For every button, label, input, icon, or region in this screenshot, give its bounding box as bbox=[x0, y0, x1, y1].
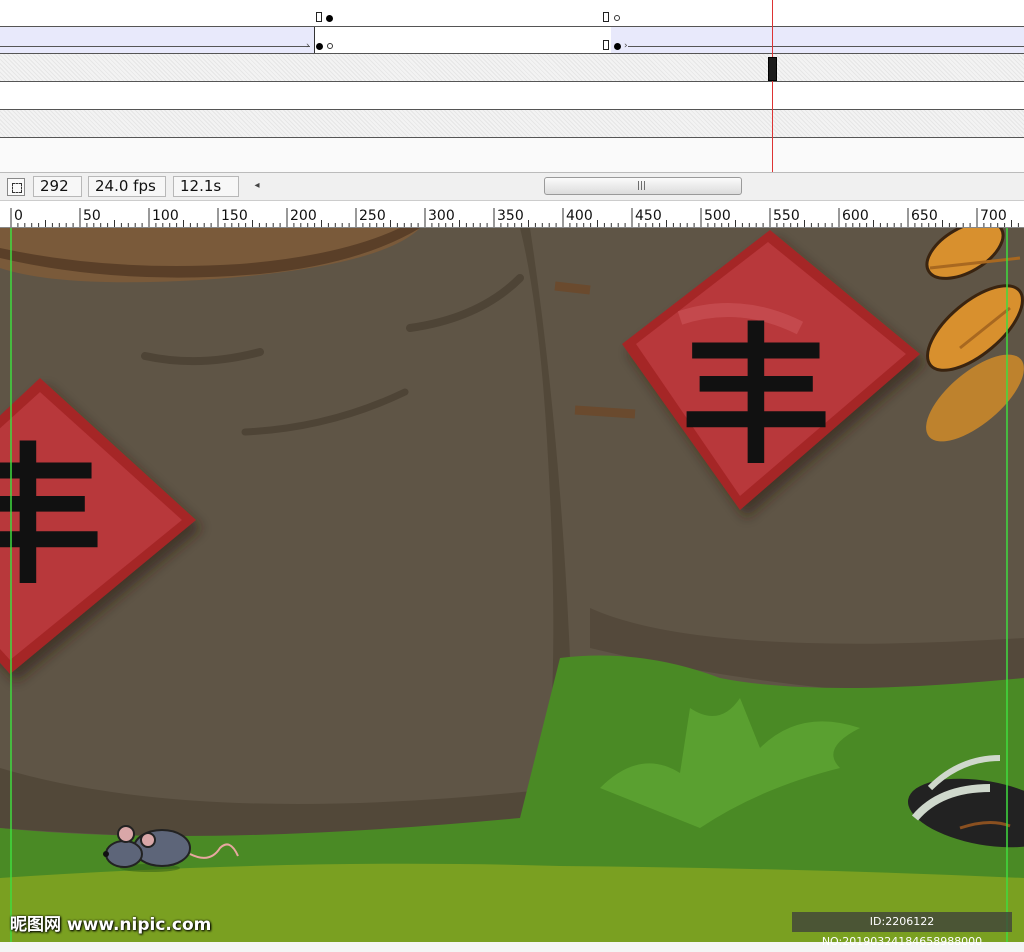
watermark-id: ID:2206122 NO:20190324184658988000 bbox=[792, 912, 1012, 948]
sign-character-right: 丰 bbox=[681, 311, 831, 485]
timeline-empty-area bbox=[0, 138, 1024, 172]
frame-divider bbox=[314, 27, 315, 53]
watermark-site: 昵图网 www.nipic.com bbox=[10, 915, 212, 935]
arrow-icon: › bbox=[306, 41, 310, 51]
timeline-layer-row[interactable] bbox=[0, 82, 1024, 110]
ruler-tick-label: 150 bbox=[221, 208, 248, 224]
ruler-tick-label: 300 bbox=[428, 208, 455, 224]
tween-arrow bbox=[0, 46, 310, 47]
grip-icon: ||| bbox=[637, 181, 647, 191]
keyframe-hollow[interactable] bbox=[614, 15, 620, 21]
ruler-tick-label: 400 bbox=[566, 208, 593, 224]
rope-end bbox=[574, 405, 636, 419]
keyframe[interactable] bbox=[316, 43, 323, 50]
arrow-icon: › bbox=[624, 41, 628, 51]
ruler-scale: 0 50 100 150 200 250 300 350 400 450 500 550 600 650 7… bbox=[10, 208, 1019, 227]
sign-character-left: 丰 bbox=[0, 431, 103, 605]
keyframe[interactable] bbox=[614, 43, 621, 50]
scroll-left-arrow-icon[interactable]: ◂ bbox=[251, 178, 263, 194]
ruler-tick-label: 650 bbox=[911, 208, 938, 224]
timeline-layer-row[interactable] bbox=[0, 110, 1024, 138]
elapsed-time-field[interactable]: 12.1s bbox=[173, 176, 239, 197]
frame-rate-field[interactable]: 24.0 fps bbox=[88, 176, 166, 197]
ruler-tick-label: 250 bbox=[359, 208, 386, 224]
rope-end bbox=[554, 281, 591, 295]
keyframe[interactable] bbox=[326, 15, 333, 22]
timeline-panel[interactable]: › › bbox=[0, 0, 1024, 172]
timeline-layer-row[interactable] bbox=[0, 54, 1024, 82]
horizontal-ruler[interactable]: 0 50 100 150 200 250 300 350 400 450 500 550 600 650 7… bbox=[0, 201, 1024, 228]
ruler-tick-label: 0 bbox=[14, 208, 23, 224]
timeline-layer-row-selected[interactable]: › › bbox=[0, 27, 1024, 54]
playhead-frame-marker[interactable] bbox=[768, 57, 777, 81]
keyframe-hollow[interactable] bbox=[327, 43, 333, 49]
ruler-tick-label: 450 bbox=[635, 208, 662, 224]
stage-canvas[interactable]: 丰 丰 bbox=[0, 228, 1024, 942]
horizontal-scrollbar-thumb[interactable]: ||| bbox=[544, 177, 742, 195]
frame-span[interactable] bbox=[325, 0, 611, 26]
stage-artwork: 丰 丰 bbox=[0, 228, 1024, 942]
playhead[interactable] bbox=[772, 0, 773, 172]
keyframe-empty[interactable] bbox=[316, 12, 322, 22]
ruler-tick-label: 200 bbox=[290, 208, 317, 224]
center-frame-icon[interactable] bbox=[7, 178, 25, 196]
current-frame-field[interactable]: 292 bbox=[33, 176, 82, 197]
keyframe-empty[interactable] bbox=[603, 40, 609, 50]
ruler-tick-label: 100 bbox=[152, 208, 179, 224]
frame-span[interactable] bbox=[314, 27, 611, 53]
tween-arrow bbox=[628, 46, 1024, 47]
ruler-tick-label: 550 bbox=[773, 208, 800, 224]
timeline-layer-row[interactable] bbox=[0, 0, 1024, 27]
ruler-tick-label: 50 bbox=[83, 208, 101, 224]
ruler-tick-label: 350 bbox=[497, 208, 524, 224]
timeline-status-bar: 292 24.0 fps 12.1s ◂ ||| bbox=[0, 172, 1024, 201]
keyframe-empty[interactable] bbox=[603, 12, 609, 22]
ruler-tick-label: 500 bbox=[704, 208, 731, 224]
ruler-tick-label: 600 bbox=[842, 208, 869, 224]
ruler-tick-label: 700 bbox=[980, 208, 1007, 224]
